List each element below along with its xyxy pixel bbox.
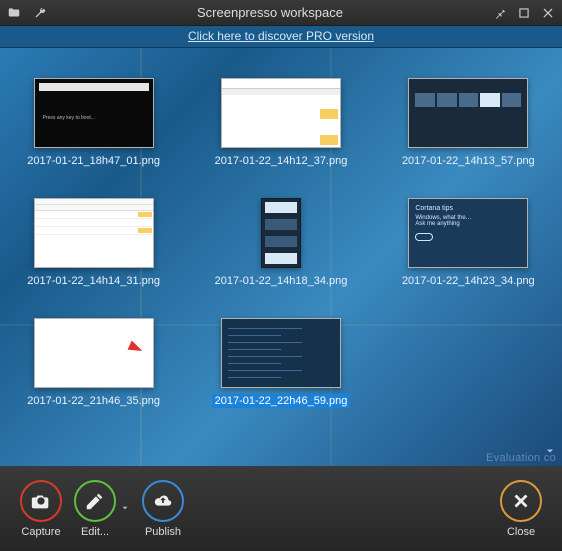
thumbnail-item[interactable]: 2017-01-22_14h14_31.png xyxy=(10,198,177,288)
thumbnail-image: Press any key to boot... xyxy=(34,78,154,148)
thumbnail-image xyxy=(221,78,341,148)
thumbnail-item[interactable]: Press any key to boot... 2017-01-21_18h47… xyxy=(10,78,177,168)
pin-icon[interactable] xyxy=(492,5,508,21)
maximize-icon[interactable] xyxy=(516,5,532,21)
edit-dropdown-icon[interactable] xyxy=(120,502,130,516)
thumbnail-filename: 2017-01-22_21h46_35.png xyxy=(24,394,163,408)
scroll-down-hint-icon[interactable] xyxy=(544,445,556,460)
thumbnail-image xyxy=(408,78,528,148)
workspace-folder-icon[interactable] xyxy=(6,5,22,21)
close-label: Close xyxy=(507,526,535,538)
thumbnail-item[interactable]: 2017-01-22_14h18_34.png xyxy=(197,198,364,288)
thumbnail-filename: 2017-01-22_14h18_34.png xyxy=(212,274,351,288)
thumbnail-item[interactable]: Cortana tipsWindows, what the…Ask me any… xyxy=(385,198,552,288)
publish-label: Publish xyxy=(145,526,181,538)
capture-label: Capture xyxy=(21,526,60,538)
thumbnail-item[interactable]: 2017-01-22_21h46_35.png xyxy=(10,318,177,408)
promo-link[interactable]: Click here to discover PRO version xyxy=(188,29,374,43)
thumbnail-filename: 2017-01-22_14h23_34.png xyxy=(399,274,538,288)
thumbnail-item[interactable]: 2017-01-22_22h46_59.png xyxy=(197,318,364,408)
thumbnail-image xyxy=(34,198,154,268)
window-title: Screenpresso workspace xyxy=(48,5,492,20)
thumbnail-filename: 2017-01-22_14h14_31.png xyxy=(24,274,163,288)
thumbnail-image: Cortana tipsWindows, what the…Ask me any… xyxy=(408,198,528,268)
close-window-icon[interactable] xyxy=(540,5,556,21)
thumbnail-filename: 2017-01-21_18h47_01.png xyxy=(24,154,163,168)
thumbnail-image xyxy=(221,318,341,388)
thumbnail-item[interactable]: 2017-01-22_14h13_57.png xyxy=(385,78,552,168)
thumbnail-image xyxy=(34,318,154,388)
titlebar: Screenpresso workspace xyxy=(0,0,562,26)
promo-bar: Click here to discover PRO version xyxy=(0,26,562,48)
settings-wrench-icon[interactable] xyxy=(32,5,48,21)
edit-button[interactable]: Edit... xyxy=(68,476,122,542)
bottom-toolbar: Capture Edit... Publish Close xyxy=(0,466,562,551)
capture-button[interactable]: Capture xyxy=(14,476,68,542)
thumbnail-filename: 2017-01-22_14h12_37.png xyxy=(212,154,351,168)
publish-button[interactable]: Publish xyxy=(136,476,190,542)
edit-label: Edit... xyxy=(81,526,109,538)
thumbnail-filename: 2017-01-22_14h13_57.png xyxy=(399,154,538,168)
thumbnail-filename: 2017-01-22_22h46_59.png xyxy=(212,394,351,408)
thumbnail-item[interactable]: 2017-01-22_14h12_37.png xyxy=(197,78,364,168)
close-button[interactable]: Close xyxy=(494,476,548,542)
workspace-area[interactable]: Press any key to boot... 2017-01-21_18h47… xyxy=(0,48,562,466)
